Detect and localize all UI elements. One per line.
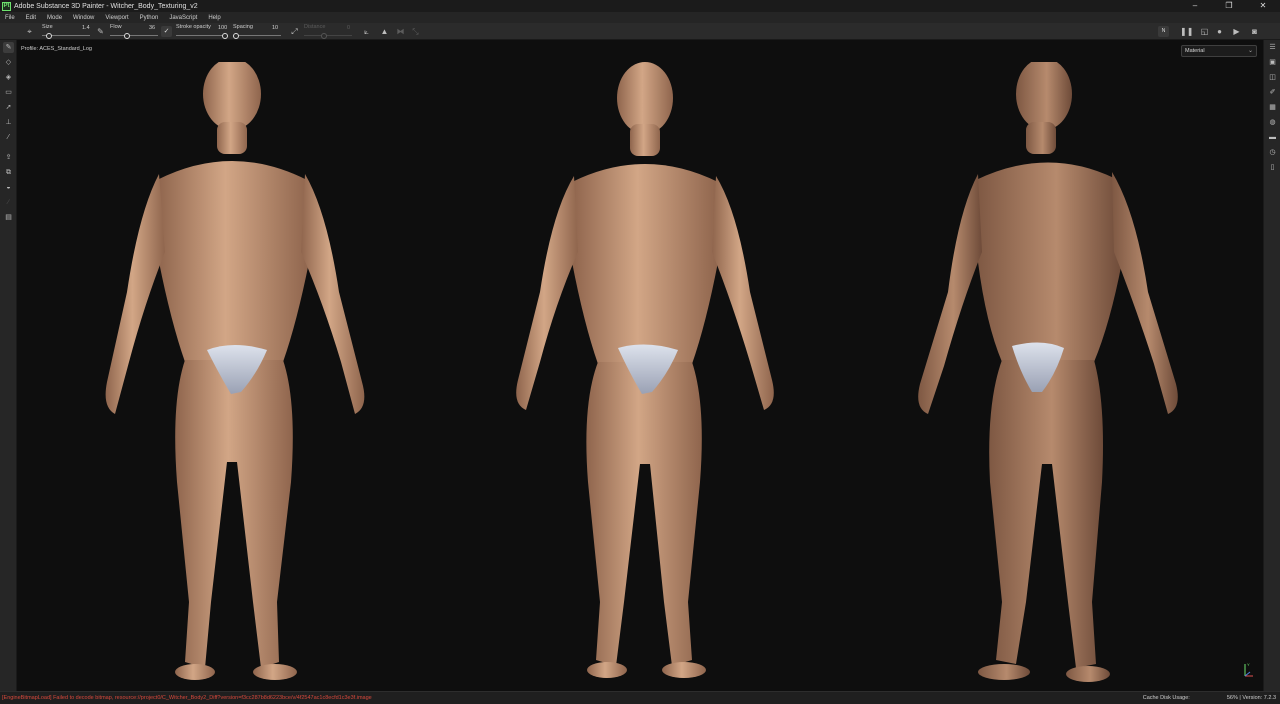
flow-label: Flow — [110, 24, 122, 30]
flow-slider-handle[interactable] — [124, 32, 130, 39]
clone-tool-icon[interactable]: ⊥ — [3, 117, 14, 128]
model-three-quarter-view[interactable] — [892, 62, 1192, 682]
distance-slider-handle[interactable] — [321, 32, 327, 39]
cache-value: 56% — [1226, 695, 1238, 701]
assets-icon[interactable]: ▬ — [1267, 132, 1278, 143]
size-value[interactable]: 1.4 — [82, 25, 90, 31]
texture-set-icon[interactable]: ▣ — [1267, 57, 1278, 68]
size-label: Size — [42, 24, 53, 30]
symmetry-icon[interactable]: ▲ — [380, 27, 389, 36]
brush-tool-icon[interactable]: ✎ — [3, 42, 14, 53]
alignment-icon[interactable]: ⟀ — [362, 27, 371, 36]
spacing-label: Spacing — [233, 24, 253, 30]
flow-slider-track[interactable] — [110, 35, 158, 36]
environment-icon[interactable]: ◍ — [1267, 117, 1278, 128]
smudge-tool-icon[interactable]: ➚ — [3, 102, 14, 113]
menu-help[interactable]: Help — [208, 15, 220, 21]
tool-properties-bar: ⌖ Size 1.4 ✎ Flow 36 ✓ Stroke opacity 10… — [0, 23, 1280, 40]
history-icon[interactable]: ◷ — [1267, 147, 1278, 158]
panel-rail: ☰ ▣ ◫ ✐ ▦ ◍ ▬ ◷ ▯ — [1263, 40, 1280, 691]
distance-slider-track[interactable] — [304, 35, 352, 36]
cache-label: Cache Disk Usage: — [1142, 695, 1190, 701]
menu-file[interactable]: File — [5, 15, 15, 21]
flow-value[interactable]: 36 — [149, 25, 155, 31]
axis-y-label: Y — [1247, 662, 1250, 667]
layers-panel-icon[interactable]: ☰ — [1267, 42, 1278, 53]
stroke-opacity-value[interactable]: 100 — [218, 25, 227, 31]
distance-label: Distance — [304, 24, 326, 30]
menu-window[interactable]: Window — [73, 15, 94, 21]
spacing-value[interactable]: 10 — [272, 25, 278, 31]
menu-viewport[interactable]: Viewport — [105, 15, 128, 21]
polygon-fill-tool-icon[interactable]: ⧉ — [3, 167, 14, 178]
eraser-tool-icon[interactable]: ◇ — [3, 57, 14, 68]
pen-pressure-icon[interactable]: ✎ — [96, 27, 105, 36]
close-button[interactable]: ✕ — [1246, 0, 1280, 12]
bake-tool-icon[interactable]: ⇪ — [3, 152, 14, 163]
brush-preset-icon[interactable]: ⌖ — [25, 27, 34, 36]
transform-tool-icon[interactable]: ◒ — [3, 182, 14, 193]
color-picker-tool-icon[interactable]: ⁄ — [3, 132, 14, 143]
chevron-down-icon: ⌄ — [1247, 48, 1253, 54]
window-controls: – ❐ ✕ — [1178, 0, 1280, 12]
symmetry-badge[interactable]: N — [1158, 26, 1169, 37]
model-front-view[interactable] — [87, 62, 387, 682]
camera-view-icon[interactable]: ◱ — [1200, 27, 1209, 36]
channel-dropdown[interactable]: Material ⌄ — [1181, 45, 1257, 57]
3d-viewport[interactable]: Profile: ACES_Standard_Log Material ⌄ Y — [17, 40, 1263, 691]
cache-status: Cache Disk Usage: 56% | Version: 7.2.3 — [1143, 695, 1276, 701]
lazy-mouse-icon[interactable]: ⤢ — [290, 27, 299, 36]
spacing-slider-handle[interactable] — [233, 32, 239, 39]
spacing-slider-track[interactable] — [233, 35, 281, 36]
menu-bar: File Edit Mode Window Viewport Python Ja… — [0, 12, 1280, 23]
menu-javascript[interactable]: JavaScript — [169, 15, 197, 21]
symmetry-axis-icon[interactable]: ⤡ — [411, 27, 420, 36]
lazy-mouse-toggle-icon[interactable]: ✓ — [161, 26, 172, 37]
title-bar: Pt Adobe Substance 3D Painter - Witcher_… — [0, 0, 1280, 12]
menu-mode[interactable]: Mode — [47, 15, 62, 21]
brush-settings-icon[interactable]: ✐ — [1267, 87, 1278, 98]
render-mode-icon[interactable]: ● — [1215, 27, 1224, 36]
error-message[interactable]: [EngineBitmapLoad] Failed to decode bitm… — [2, 695, 372, 701]
stroke-opacity-slider-handle[interactable] — [222, 32, 228, 39]
screenshot-icon[interactable]: ◙ — [1250, 27, 1259, 36]
minimize-button[interactable]: – — [1178, 0, 1212, 12]
color-profile-label: Profile: ACES_Standard_Log — [21, 46, 92, 52]
stroke-opacity-slider-track[interactable] — [176, 35, 228, 36]
size-slider-handle[interactable] — [46, 32, 52, 39]
video-icon[interactable]: ▶ — [1232, 27, 1241, 36]
menu-edit[interactable]: Edit — [26, 15, 36, 21]
properties-tool-icon[interactable]: ▤ — [3, 212, 14, 223]
app-logo-icon: Pt — [2, 1, 11, 11]
distance-value[interactable]: 0 — [347, 25, 350, 31]
projection-tool-icon[interactable]: ◈ — [3, 72, 14, 83]
model-center-view[interactable] — [492, 62, 792, 682]
channel-dropdown-value: Material — [1185, 48, 1205, 54]
axis-gizmo-icon: Y — [1244, 662, 1253, 677]
version-label: | Version: 7.2.3 — [1239, 695, 1276, 701]
shelf-icon[interactable]: ▯ — [1267, 162, 1278, 173]
symmetry-mirror-icon[interactable]: ⧓ — [396, 27, 405, 36]
tool-rail: ✎ ◇ ◈ ▭ ➚ ⊥ ⁄ ⇪ ⧉ ◒ ∕ ▤ — [0, 40, 17, 691]
layer-stack-icon[interactable]: ◫ — [1267, 72, 1278, 83]
window-title: Adobe Substance 3D Painter - Witcher_Bod… — [14, 2, 198, 10]
measure-tool-icon[interactable]: ∕ — [3, 197, 14, 208]
display-settings-icon[interactable]: ▦ — [1267, 102, 1278, 113]
stroke-opacity-label: Stroke opacity — [176, 24, 211, 30]
status-bar: [EngineBitmapLoad] Failed to decode bitm… — [0, 691, 1280, 704]
maximize-button[interactable]: ❐ — [1212, 0, 1246, 12]
menu-python[interactable]: Python — [140, 15, 159, 21]
pause-icon[interactable]: ❚❚ — [1180, 27, 1193, 36]
geometry-mask-tool-icon[interactable]: ▭ — [3, 87, 14, 98]
